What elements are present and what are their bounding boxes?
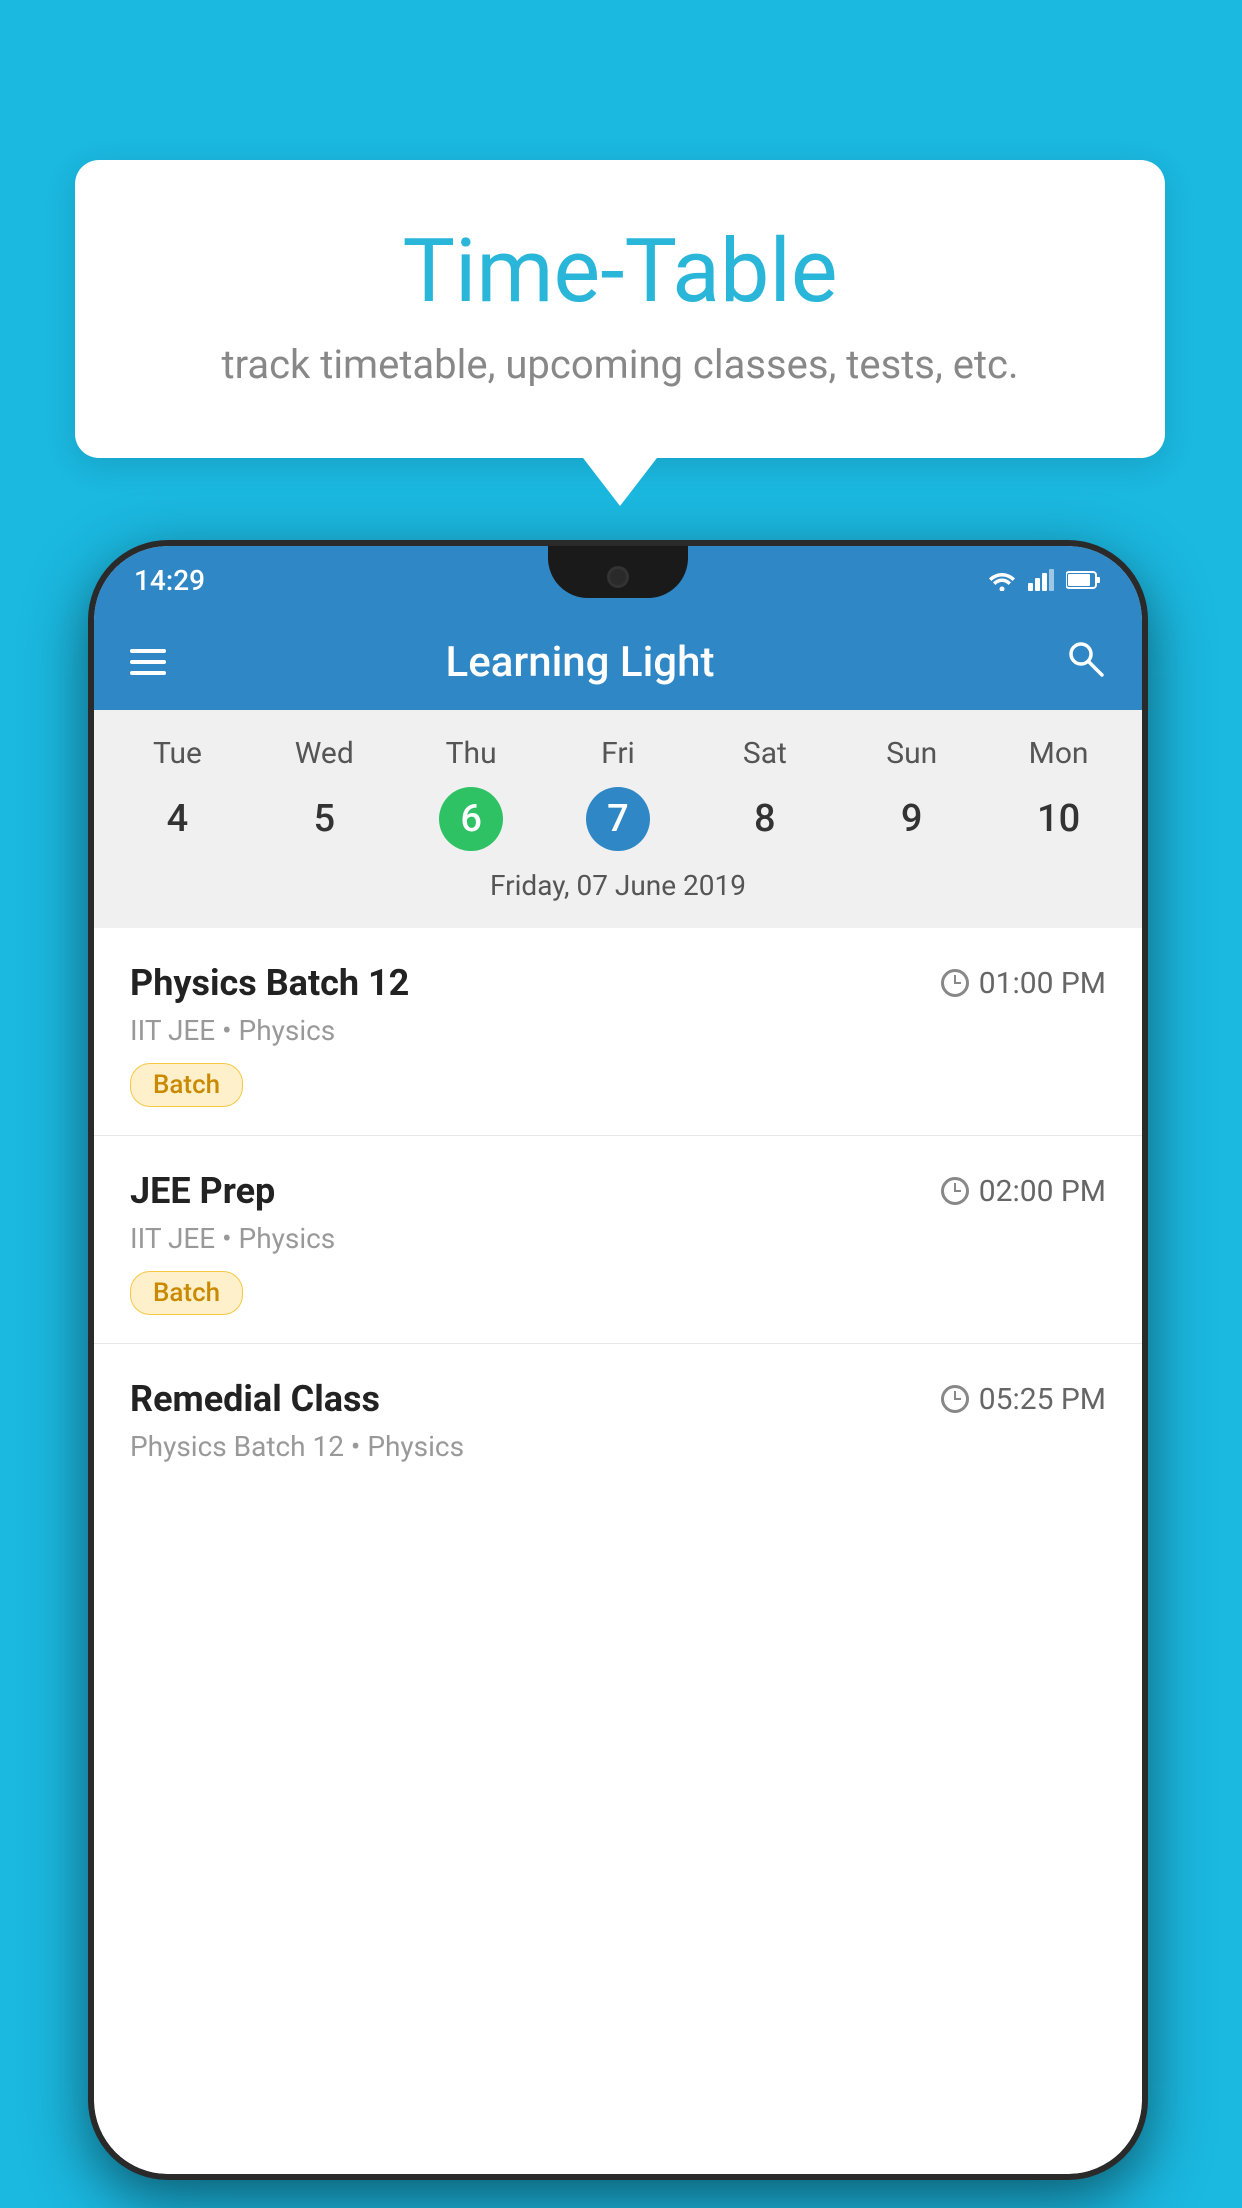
- schedule-item-2-title: JEE Prep: [130, 1170, 275, 1212]
- phone-inner: 14:29: [94, 546, 1142, 2174]
- day-8[interactable]: 8: [691, 787, 838, 851]
- schedule-item-1-header: Physics Batch 12 01:00 PM: [130, 962, 1106, 1004]
- schedule-item-2-time: 02:00 PM: [941, 1174, 1106, 1209]
- battery-icon: [1066, 570, 1102, 590]
- day-4[interactable]: 4: [104, 787, 251, 851]
- schedule-item-2[interactable]: JEE Prep 02:00 PM IIT JEE • Physics Batc…: [94, 1136, 1142, 1344]
- clock-icon-2: [941, 1177, 969, 1205]
- app-title: Learning Light: [130, 638, 1030, 687]
- schedule-item-3-time: 05:25 PM: [941, 1382, 1106, 1417]
- schedule-item-2-subtitle: IIT JEE • Physics: [130, 1222, 1106, 1255]
- schedule-item-3-header: Remedial Class 05:25 PM: [130, 1378, 1106, 1420]
- schedule-item-3[interactable]: Remedial Class 05:25 PM Physics Batch 12…: [94, 1344, 1142, 1507]
- schedule-item-3-title: Remedial Class: [130, 1378, 380, 1420]
- day-header-thu: Thu: [398, 730, 545, 777]
- schedule-list: Physics Batch 12 01:00 PM IIT JEE • Phys…: [94, 928, 1142, 2174]
- selected-date-label: Friday, 07 June 2019: [104, 861, 1132, 918]
- day-header-mon: Mon: [985, 730, 1132, 777]
- phone-frame: 14:29: [88, 540, 1148, 2180]
- day-numbers: 4 5 6 7 8 9 10: [104, 787, 1132, 851]
- status-icons: [986, 569, 1102, 591]
- day-10[interactable]: 10: [985, 787, 1132, 851]
- tooltip-subtitle: track timetable, upcoming classes, tests…: [115, 341, 1125, 388]
- batch-badge-2: Batch: [130, 1271, 243, 1315]
- tooltip-card: Time-Table track timetable, upcoming cla…: [75, 160, 1165, 458]
- clock-icon-3: [941, 1385, 969, 1413]
- day-header-sun: Sun: [838, 730, 985, 777]
- schedule-item-1-time: 01:00 PM: [941, 966, 1106, 1001]
- app-bar: Learning Light: [94, 614, 1142, 710]
- search-button[interactable]: [1062, 635, 1106, 690]
- status-bar: 14:29: [94, 546, 1142, 614]
- schedule-item-1-subtitle: IIT JEE • Physics: [130, 1014, 1106, 1047]
- day-7-selected[interactable]: 7: [586, 787, 650, 851]
- day-6-today[interactable]: 6: [439, 787, 503, 851]
- day-header-sat: Sat: [691, 730, 838, 777]
- signal-icon: [1028, 569, 1056, 591]
- day-headers: Tue Wed Thu Fri Sat Sun Mon: [104, 730, 1132, 777]
- clock-icon-1: [941, 969, 969, 997]
- day-5[interactable]: 5: [251, 787, 398, 851]
- day-header-tue: Tue: [104, 730, 251, 777]
- day-header-fri: Fri: [545, 730, 692, 777]
- day-header-wed: Wed: [251, 730, 398, 777]
- batch-badge-1: Batch: [130, 1063, 243, 1107]
- notch: [548, 546, 688, 598]
- tooltip-title: Time-Table: [115, 220, 1125, 323]
- calendar-strip: Tue Wed Thu Fri Sat Sun Mon 4 5 6 7 8 9 …: [94, 710, 1142, 928]
- camera-dot: [607, 566, 629, 588]
- wifi-icon: [986, 569, 1018, 591]
- schedule-item-3-subtitle: Physics Batch 12 • Physics: [130, 1430, 1106, 1463]
- schedule-item-1-title: Physics Batch 12: [130, 962, 409, 1004]
- day-9[interactable]: 9: [838, 787, 985, 851]
- schedule-item-2-header: JEE Prep 02:00 PM: [130, 1170, 1106, 1212]
- status-time: 14:29: [134, 564, 205, 597]
- schedule-item-1[interactable]: Physics Batch 12 01:00 PM IIT JEE • Phys…: [94, 928, 1142, 1136]
